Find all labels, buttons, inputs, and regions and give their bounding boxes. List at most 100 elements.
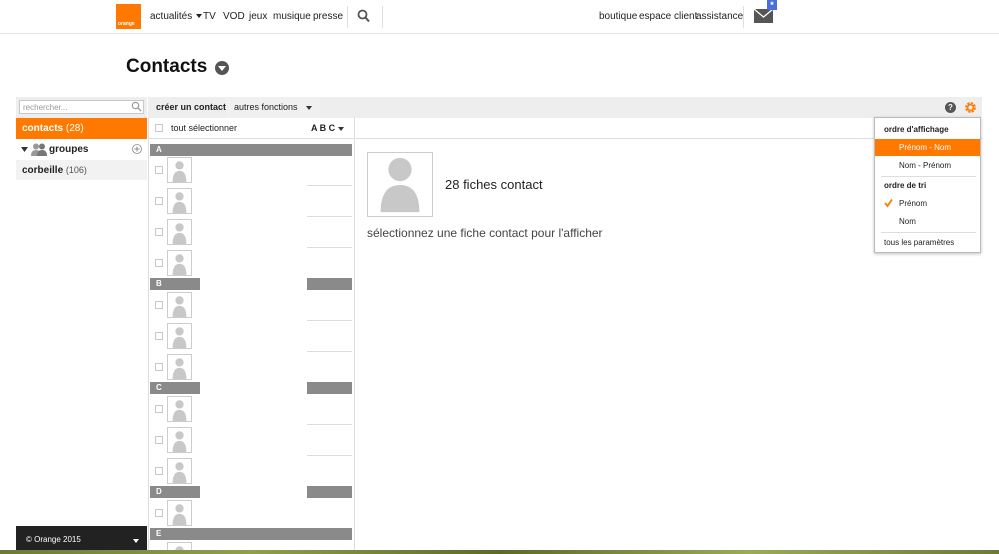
avatar-icon (172, 223, 187, 244)
display-order-heading: ordre d'affichage (884, 125, 949, 134)
nav-espace-client[interactable]: espace client (639, 11, 697, 22)
letter-divider-right (307, 486, 352, 498)
contact-thumbnail (167, 427, 192, 453)
nav-actualites[interactable]: actualités (150, 11, 203, 22)
checkmark-icon (884, 198, 893, 208)
avatar-icon (172, 192, 187, 213)
sidebar-item-corbeille[interactable]: corbeille (106) (16, 160, 147, 180)
avatar-icon (172, 358, 187, 379)
search-icon[interactable] (357, 9, 370, 23)
group-icon (31, 143, 47, 156)
search-icon[interactable] (131, 101, 142, 112)
background-stripe (0, 550, 999, 554)
list-item[interactable] (148, 425, 355, 456)
nav-jeux[interactable]: jeux (249, 11, 267, 22)
nav-boutique[interactable]: boutique (599, 11, 637, 22)
mail-icon[interactable] (754, 9, 773, 23)
top-navigation: orange actualités TV VOD jeux musique pr… (0, 0, 999, 34)
select-all-label[interactable]: tout sélectionner (171, 118, 237, 139)
list-header: tout sélectionner A B C (148, 118, 355, 139)
avatar-icon (172, 161, 187, 182)
contact-checkbox[interactable] (155, 197, 163, 205)
contact-checkbox[interactable] (155, 405, 163, 413)
caret-down-icon[interactable] (338, 127, 344, 131)
mail-badge: * (767, 0, 777, 10)
list-item[interactable] (148, 290, 355, 321)
caret-down-icon (306, 105, 313, 110)
all-settings-link[interactable]: tous les paramètres (875, 234, 980, 251)
list-item[interactable] (148, 248, 355, 279)
contact-thumbnail (167, 500, 192, 526)
contact-checkbox[interactable] (155, 436, 163, 444)
sort-option-nom[interactable]: Nom (875, 213, 980, 230)
contact-thumbnail (167, 396, 192, 422)
contact-checkbox[interactable] (155, 259, 163, 267)
title-dropdown-button[interactable] (215, 61, 229, 75)
toolbar: créer un contact autres fonctions (148, 97, 982, 118)
contact-checkbox[interactable] (155, 301, 163, 309)
nav-musique[interactable]: musique (273, 11, 311, 22)
display-option-prenom-nom[interactable]: Prénom - Nom (875, 139, 980, 156)
list-item[interactable] (148, 155, 355, 186)
letter-divider: B (150, 278, 200, 290)
chevron-down-icon (196, 14, 203, 19)
contact-thumbnail (167, 292, 192, 318)
sidebar-item-contacts[interactable]: contacts (28) (16, 118, 147, 139)
letter-divider: E (150, 528, 352, 540)
nav-assistance[interactable]: assistance (696, 11, 743, 22)
avatar-icon (172, 254, 187, 275)
avatar-icon (380, 157, 420, 213)
display-option-nom-prenom[interactable]: Nom - Prénom (875, 157, 980, 174)
letter-divider-right (307, 278, 352, 290)
nav-tv[interactable]: TV (203, 11, 216, 22)
nav-divider (743, 6, 744, 28)
nav-vod[interactable]: VOD (223, 11, 245, 22)
contact-checkbox[interactable] (155, 509, 163, 517)
letter-divider: D (150, 486, 200, 498)
contact-checkbox[interactable] (155, 166, 163, 174)
list-item[interactable] (148, 321, 355, 352)
avatar-icon (172, 431, 187, 452)
search-input[interactable]: rechercher... (19, 100, 144, 114)
contact-thumbnail (167, 354, 192, 380)
sort-option-prenom[interactable]: Prénom (875, 195, 980, 212)
caret-down-icon[interactable] (21, 147, 28, 152)
avatar-icon (172, 327, 187, 348)
caret-down-icon[interactable] (133, 539, 139, 543)
divider (881, 232, 976, 233)
list-item[interactable] (148, 352, 355, 383)
letter-divider-right (307, 382, 352, 394)
sort-order-heading: ordre de tri (884, 181, 927, 190)
nav-divider (347, 6, 348, 28)
avatar-icon (172, 296, 187, 317)
contact-thumbnail (167, 250, 192, 276)
contact-checkbox[interactable] (155, 228, 163, 236)
letter-divider: C (150, 382, 200, 394)
gear-icon[interactable] (964, 101, 977, 114)
contact-thumbnail (167, 323, 192, 349)
divider (881, 176, 976, 177)
contact-checkbox[interactable] (155, 332, 163, 340)
list-item[interactable] (148, 394, 355, 425)
orange-logo[interactable]: orange (116, 4, 141, 29)
list-item[interactable] (148, 498, 355, 529)
contact-thumbnail (167, 188, 192, 214)
list-item[interactable] (148, 456, 355, 487)
contact-avatar-placeholder (367, 152, 433, 217)
nav-presse[interactable]: presse (313, 11, 343, 22)
avatar-icon (172, 504, 187, 525)
list-item[interactable] (148, 186, 355, 217)
sort-button[interactable]: A B C (311, 118, 335, 139)
contact-checkbox[interactable] (155, 467, 163, 475)
select-all-checkbox[interactable] (155, 124, 163, 132)
more-functions-button[interactable]: autres fonctions (226, 97, 321, 118)
contact-thumbnail (167, 157, 192, 183)
create-contact-button[interactable]: créer un contact (148, 97, 236, 118)
sidebar-item-groupes[interactable]: groupes (16, 139, 147, 160)
list-item[interactable] (148, 217, 355, 248)
help-icon[interactable]: ? (945, 102, 956, 113)
contact-checkbox[interactable] (155, 363, 163, 371)
avatar-icon (172, 400, 187, 421)
settings-dropdown: ordre d'affichage Prénom - Nom Nom - Pré… (874, 117, 981, 253)
add-group-icon[interactable] (132, 144, 142, 154)
